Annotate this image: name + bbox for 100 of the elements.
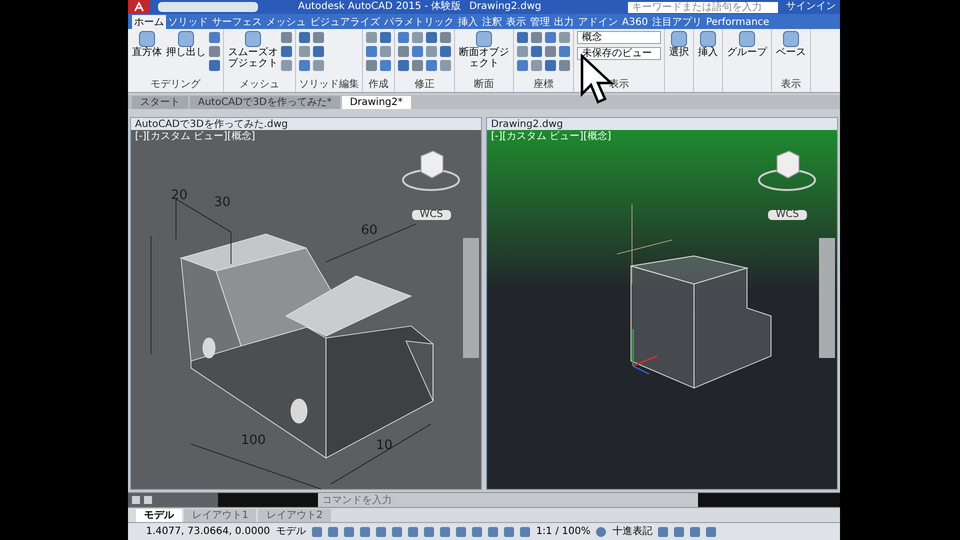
status-tool-icon[interactable] bbox=[674, 526, 684, 536]
view-cube-icon[interactable] bbox=[401, 148, 461, 194]
document-tab[interactable]: スタート bbox=[132, 96, 188, 109]
tool-icon[interactable] bbox=[426, 32, 437, 43]
dropdown[interactable]: 概念 bbox=[577, 31, 661, 44]
tool-icon[interactable] bbox=[398, 60, 409, 71]
tool-icon[interactable] bbox=[281, 60, 292, 71]
tool-icon[interactable] bbox=[209, 46, 220, 57]
status-tool-icon[interactable] bbox=[408, 526, 418, 536]
tool-icon[interactable] bbox=[517, 60, 528, 71]
units-dropdown[interactable]: 十進表記 bbox=[612, 526, 652, 538]
wcs-menu[interactable]: WCS bbox=[768, 210, 807, 220]
panel-title[interactable]: 作成 bbox=[368, 79, 388, 92]
search-field[interactable]: キーワードまたは語句を入力 bbox=[628, 2, 778, 12]
tool-icon[interactable] bbox=[209, 32, 220, 43]
status-tool-icon[interactable] bbox=[504, 526, 514, 536]
tool-icon[interactable] bbox=[517, 32, 528, 43]
panel-title[interactable]: メッシュ bbox=[240, 79, 280, 92]
ribbon-button[interactable]: スムーズオブジェクト bbox=[227, 31, 279, 79]
panel-title[interactable]: 表示 bbox=[781, 79, 801, 92]
tool-icon[interactable] bbox=[545, 32, 556, 43]
ribbon-tab[interactable]: A360 bbox=[620, 15, 650, 29]
drawing-canvas[interactable]: [-][カスタム ビュー][概念] 20 30 60 100 10 WCS bbox=[131, 130, 481, 489]
tool-icon[interactable] bbox=[281, 46, 292, 57]
model-space-toggle[interactable]: モデル bbox=[276, 526, 306, 538]
tool-icon[interactable] bbox=[380, 46, 391, 57]
tool-icon[interactable] bbox=[426, 46, 437, 57]
layout-tab[interactable]: モデル bbox=[136, 509, 182, 522]
command-input[interactable]: コマンドを入力 bbox=[318, 493, 698, 507]
wcs-menu[interactable]: WCS bbox=[412, 210, 451, 220]
sign-in-link[interactable]: サインイン bbox=[786, 1, 836, 13]
status-tool-icon[interactable] bbox=[344, 526, 354, 536]
tool-icon[interactable] bbox=[440, 60, 451, 71]
ribbon-tab[interactable]: パラメトリック bbox=[382, 15, 456, 29]
layout-tab[interactable]: レイアウト2 bbox=[258, 509, 331, 522]
panel-title[interactable]: 断面 bbox=[474, 79, 494, 92]
ribbon-tab[interactable]: アドイン bbox=[576, 15, 620, 29]
viewport-controls-label[interactable]: [-][カスタム ビュー][概念] bbox=[491, 131, 612, 143]
tool-icon[interactable] bbox=[366, 60, 377, 71]
tool-icon[interactable] bbox=[281, 32, 292, 43]
status-tool-icon[interactable] bbox=[440, 526, 450, 536]
tool-icon[interactable] bbox=[398, 46, 409, 57]
tool-icon[interactable] bbox=[531, 32, 542, 43]
status-tool-icon[interactable] bbox=[690, 526, 700, 536]
ribbon-tab[interactable]: 管理 bbox=[528, 15, 552, 29]
tool-icon[interactable] bbox=[412, 32, 423, 43]
ribbon-button[interactable]: 挿入 bbox=[697, 31, 719, 79]
document-tab[interactable]: AutoCADで3Dを作ってみた* bbox=[190, 96, 340, 109]
status-tool-icon[interactable] bbox=[520, 526, 530, 536]
panel-title[interactable]: モデリング bbox=[150, 79, 200, 92]
status-tool-icon[interactable] bbox=[360, 526, 370, 536]
view-cube-icon[interactable] bbox=[757, 148, 817, 194]
tool-icon[interactable] bbox=[366, 46, 377, 57]
app-logo-icon[interactable] bbox=[128, 0, 150, 14]
tool-icon[interactable] bbox=[412, 46, 423, 57]
tool-icon[interactable] bbox=[531, 60, 542, 71]
tool-icon[interactable] bbox=[426, 60, 437, 71]
panel-title[interactable]: 座標 bbox=[534, 79, 554, 92]
ribbon-tab[interactable]: ビジュアライズ bbox=[308, 15, 382, 29]
tool-icon[interactable] bbox=[440, 32, 451, 43]
ribbon-button[interactable]: グループ bbox=[726, 31, 768, 79]
tool-icon[interactable] bbox=[299, 46, 310, 57]
tool-icon[interactable] bbox=[559, 32, 570, 43]
panel-title[interactable]: 修正 bbox=[414, 79, 434, 92]
tool-icon[interactable] bbox=[313, 32, 324, 43]
tool-icon[interactable] bbox=[440, 46, 451, 57]
ribbon-tab[interactable]: Performance bbox=[704, 15, 772, 29]
tool-icon[interactable] bbox=[517, 46, 528, 57]
ribbon-button[interactable]: ベース bbox=[775, 31, 807, 79]
status-tool-icon[interactable] bbox=[312, 526, 322, 536]
ribbon-tab[interactable]: ソリッド bbox=[166, 15, 210, 29]
status-tool-icon[interactable] bbox=[472, 526, 482, 536]
tool-icon[interactable] bbox=[209, 60, 220, 71]
status-tool-icon[interactable] bbox=[392, 526, 402, 536]
tool-icon[interactable] bbox=[398, 32, 409, 43]
annotation-scale-dropdown[interactable]: 1:1 / 100% bbox=[536, 526, 590, 538]
status-tool-icon[interactable] bbox=[456, 526, 466, 536]
status-tool-icon[interactable] bbox=[424, 526, 434, 536]
status-tool-icon[interactable] bbox=[658, 526, 668, 536]
ribbon-button[interactable]: 押し出し bbox=[165, 31, 207, 79]
status-tool-icon[interactable] bbox=[376, 526, 386, 536]
ribbon-tab[interactable]: メッシュ bbox=[264, 15, 308, 29]
tool-icon[interactable] bbox=[299, 32, 310, 43]
ribbon-button[interactable]: 選択 bbox=[668, 31, 690, 79]
tool-icon[interactable] bbox=[313, 60, 324, 71]
panel-title[interactable]: ソリッド編集 bbox=[299, 79, 359, 92]
status-tool-icon[interactable] bbox=[328, 526, 338, 536]
ribbon-tab[interactable]: 表示 bbox=[504, 15, 528, 29]
tool-icon[interactable] bbox=[559, 60, 570, 71]
document-tab[interactable]: Drawing2* bbox=[342, 96, 411, 109]
drawing-canvas[interactable]: [-][カスタム ビュー][概念] WCS bbox=[487, 130, 837, 489]
ribbon-tab[interactable]: 注釈 bbox=[480, 15, 504, 29]
ribbon-tab[interactable]: ホーム bbox=[132, 15, 166, 29]
status-tool-icon[interactable] bbox=[596, 526, 606, 536]
tool-icon[interactable] bbox=[313, 46, 324, 57]
ribbon-tab[interactable]: 注目アプリ bbox=[650, 15, 704, 29]
ribbon-button[interactable]: 断面オブジェクト bbox=[458, 31, 510, 79]
tool-icon[interactable] bbox=[366, 32, 377, 43]
viewport-controls-label[interactable]: [-][カスタム ビュー][概念] bbox=[135, 131, 256, 143]
status-tool-icon[interactable] bbox=[706, 526, 716, 536]
